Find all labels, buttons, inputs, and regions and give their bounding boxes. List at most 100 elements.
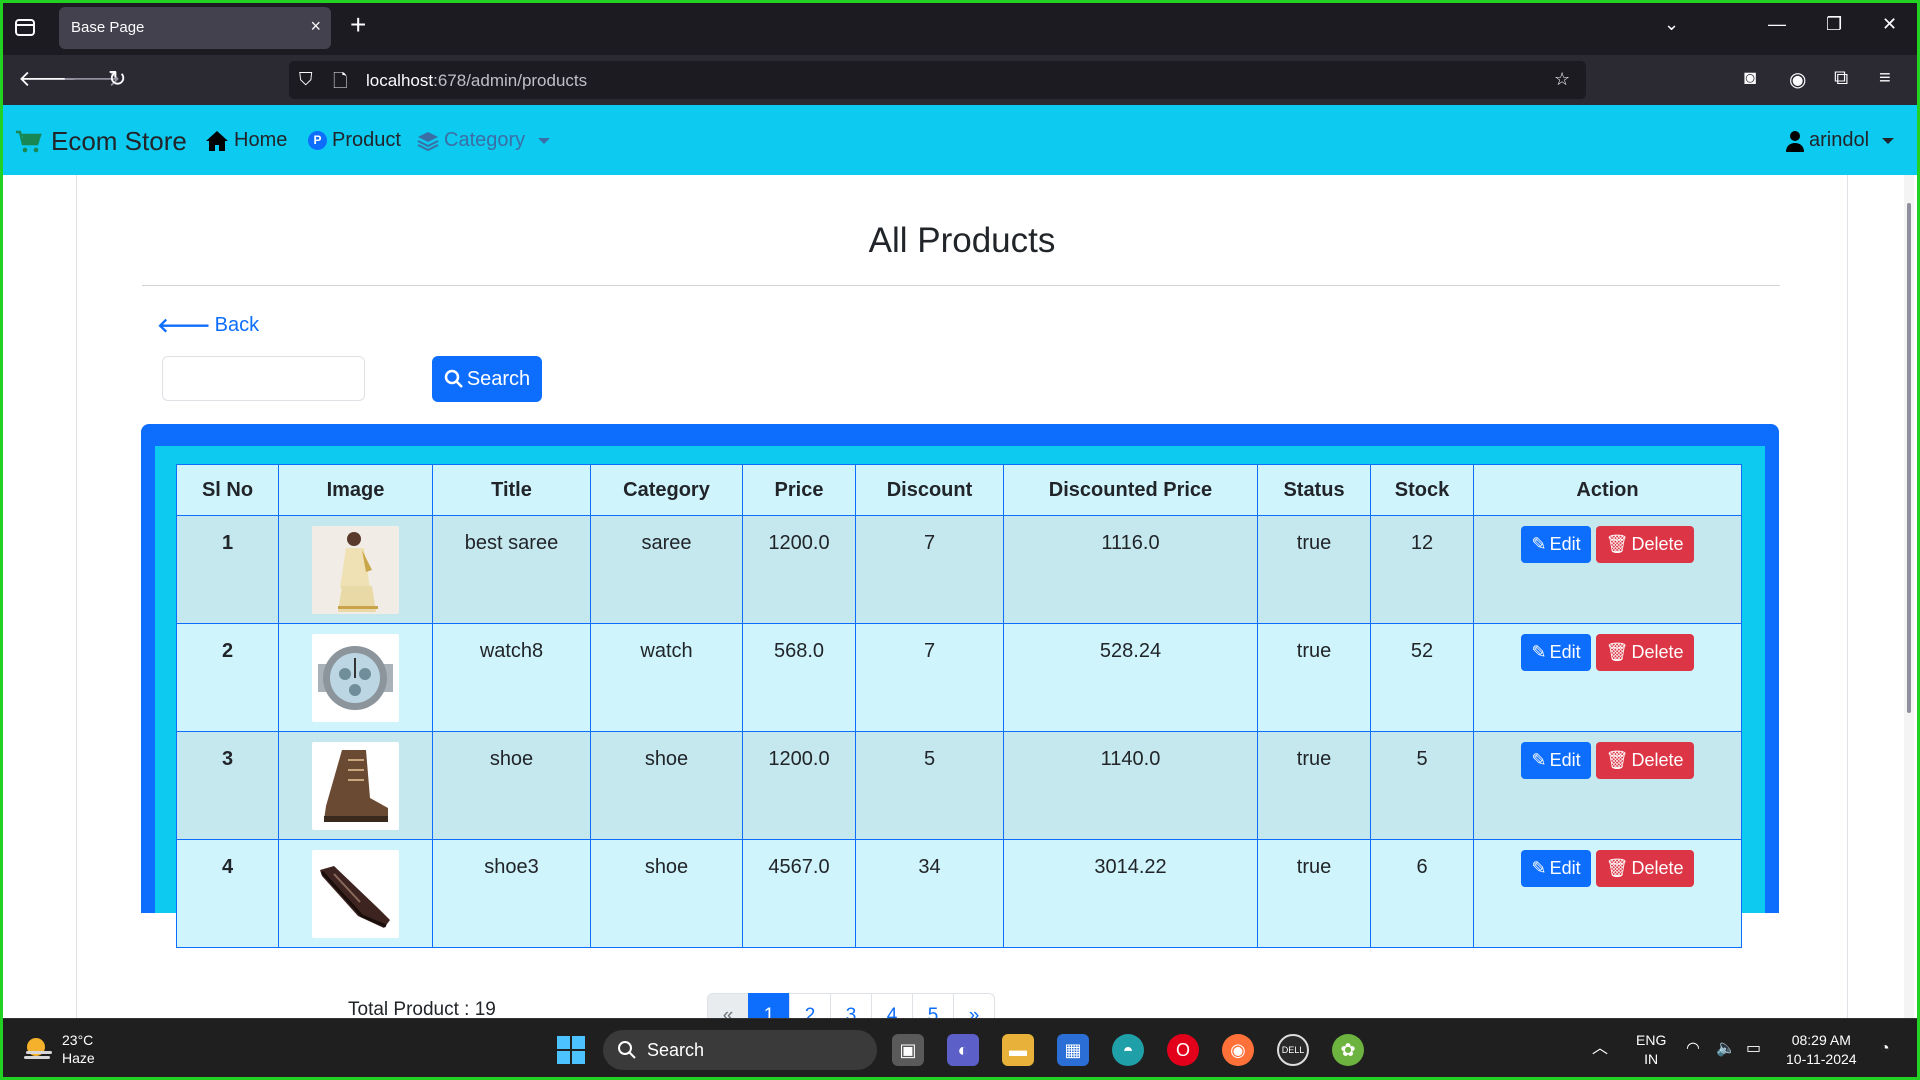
home-icon: [206, 130, 228, 151]
tab-title: Base Page: [71, 19, 145, 36]
edit-button[interactable]: ✎ Edit: [1521, 526, 1591, 563]
store-icon[interactable]: ▦: [1057, 1034, 1089, 1066]
account-icon[interactable]: ◉: [1789, 67, 1806, 92]
cell-sl: 2: [176, 623, 279, 732]
table-header-row: Sl No Image Title Category Price Discoun…: [176, 464, 1742, 516]
page-scrollbar[interactable]: [1904, 175, 1914, 1018]
cell-stock: 6: [1370, 839, 1474, 948]
restore-button[interactable]: ❐: [1826, 14, 1842, 35]
edit-button[interactable]: ✎ Edit: [1521, 742, 1591, 779]
products-table: Sl No Image Title Category Price Discoun…: [176, 464, 1742, 948]
file-explorer-icon[interactable]: ▬: [1002, 1034, 1034, 1066]
close-window-button[interactable]: ✕: [1882, 14, 1897, 35]
user-menu-dropdown[interactable]: arindol: [1786, 129, 1895, 152]
language-indicator[interactable]: ENG IN: [1636, 1031, 1666, 1069]
delete-button[interactable]: 🗑 Delete: [1595, 742, 1694, 779]
nav-category-dropdown[interactable]: Category: [417, 129, 551, 152]
brand-link[interactable]: Ecom Store: [15, 126, 187, 157]
shield-icon[interactable]: ⛉: [299, 69, 313, 90]
pagination-page-3[interactable]: 3: [830, 993, 872, 1018]
cell-image: [278, 731, 433, 840]
page-title: All Products: [868, 221, 1056, 260]
sun-haze-icon: [24, 1038, 52, 1059]
clock-date: 10-11-2024: [1786, 1051, 1857, 1067]
tab-list-icon[interactable]: [14, 16, 36, 38]
search-button-label: Search: [466, 367, 531, 390]
extensions-icon[interactable]: ⧉: [1834, 67, 1848, 90]
new-tab-button[interactable]: +: [350, 11, 366, 39]
taskbar-search[interactable]: Search: [603, 1030, 877, 1070]
reload-icon[interactable]: ↻: [108, 66, 126, 92]
tray-overflow-chevron-icon[interactable]: ︿: [1592, 1039, 1608, 1058]
bookmark-star-icon[interactable]: ☆: [1554, 69, 1570, 90]
menu-icon[interactable]: ≡: [1879, 67, 1891, 90]
task-view-icon[interactable]: ▣: [892, 1034, 924, 1066]
search-button[interactable]: Search: [432, 356, 542, 402]
battery-icon[interactable]: ▭: [1746, 1039, 1761, 1058]
delete-button[interactable]: 🗑 Delete: [1595, 526, 1694, 563]
table-panel: Sl No Image Title Category Price Discoun…: [155, 446, 1765, 1018]
pocket-icon[interactable]: ◙: [1744, 67, 1756, 90]
nav-home[interactable]: Home: [205, 129, 287, 152]
pagination-prev[interactable]: «: [707, 993, 749, 1018]
back-link[interactable]: 🡐 Back: [157, 313, 259, 338]
tab-close-icon[interactable]: ×: [310, 16, 321, 37]
scrollbar-thumb[interactable]: [1907, 203, 1911, 713]
cell-action: ✎ Edit 🗑 Delete: [1473, 515, 1742, 624]
edit-label: Edit: [1549, 750, 1581, 770]
title-divider: [142, 285, 1780, 286]
pagination-page-4[interactable]: 4: [871, 993, 913, 1018]
web-page: Ecom Store Home P Product Category arind…: [3, 105, 1917, 1018]
teams-icon[interactable]: ◐: [947, 1034, 979, 1066]
weather-widget[interactable]: 23°C Haze: [22, 1031, 95, 1067]
dell-icon[interactable]: DELL: [1277, 1034, 1309, 1066]
url-text[interactable]: localhost:678/admin/products: [366, 71, 587, 91]
windows-start-icon[interactable]: [555, 1034, 587, 1066]
pagination-page-5[interactable]: 5: [912, 993, 954, 1018]
edge-icon[interactable]: ◓: [1112, 1034, 1144, 1066]
wifi-icon[interactable]: ◠: [1686, 1039, 1700, 1058]
watch-photo: [312, 634, 399, 722]
notification-icon[interactable]: ◔: [1880, 1039, 1890, 1058]
page-icon[interactable]: 🗋: [333, 69, 347, 99]
firefox-icon[interactable]: ◉: [1222, 1034, 1254, 1066]
cell-status: true: [1257, 731, 1371, 840]
cell-action: ✎ Edit 🗑 Delete: [1473, 731, 1742, 840]
pagination-page-2[interactable]: 2: [789, 993, 831, 1018]
edit-button[interactable]: ✎ Edit: [1521, 850, 1591, 887]
clock[interactable]: 08:29 AM 10-11-2024: [1786, 1031, 1857, 1069]
minimize-button[interactable]: —: [1768, 14, 1786, 35]
nav-product-label: Product: [332, 129, 401, 151]
cell-sl: 3: [176, 731, 279, 840]
pencil-square-icon: ✎: [1531, 642, 1547, 662]
nav-product[interactable]: P Product: [308, 129, 401, 152]
browser-toolbar: 🡐 🡒 ↻ ⛉ 🗋 localhost:678/admin/products ☆…: [0, 55, 1920, 105]
weather-temp: 23°C: [62, 1032, 94, 1048]
delete-button[interactable]: 🗑 Delete: [1595, 634, 1694, 671]
url-host: localhost: [366, 71, 434, 90]
trash-icon: 🗑: [1605, 750, 1629, 770]
cell-sl: 4: [176, 839, 279, 948]
cell-stock: 12: [1370, 515, 1474, 624]
opera-icon[interactable]: O: [1167, 1034, 1199, 1066]
cell-status: true: [1257, 515, 1371, 624]
browser-tab-active[interactable]: Base Page ×: [59, 7, 331, 49]
edit-button[interactable]: ✎ Edit: [1521, 634, 1591, 671]
table-row: 2 watch8 watch 568.0 7 528.24 true 52 ✎ …: [176, 623, 1742, 732]
pagination-page-1[interactable]: 1: [748, 993, 790, 1018]
cell-sl: 1: [176, 515, 279, 624]
region-code: IN: [1644, 1051, 1659, 1067]
volume-icon[interactable]: 🔈: [1716, 1039, 1736, 1058]
url-bar[interactable]: ⛉ 🗋 localhost:678/admin/products ☆: [289, 61, 1586, 99]
tab-overflow-chevron-icon[interactable]: ⌄: [1664, 14, 1679, 35]
delete-button[interactable]: 🗑 Delete: [1595, 850, 1694, 887]
cell-status: true: [1257, 839, 1371, 948]
layers-icon: [417, 131, 439, 151]
cell-status: true: [1257, 623, 1371, 732]
spring-tools-icon[interactable]: ✿: [1332, 1034, 1364, 1066]
search-input[interactable]: [162, 356, 365, 401]
delete-label: Delete: [1631, 642, 1684, 662]
cell-discount: 7: [855, 623, 1004, 732]
pagination-next[interactable]: »: [953, 993, 995, 1018]
col-sl-no: Sl No: [176, 464, 279, 516]
